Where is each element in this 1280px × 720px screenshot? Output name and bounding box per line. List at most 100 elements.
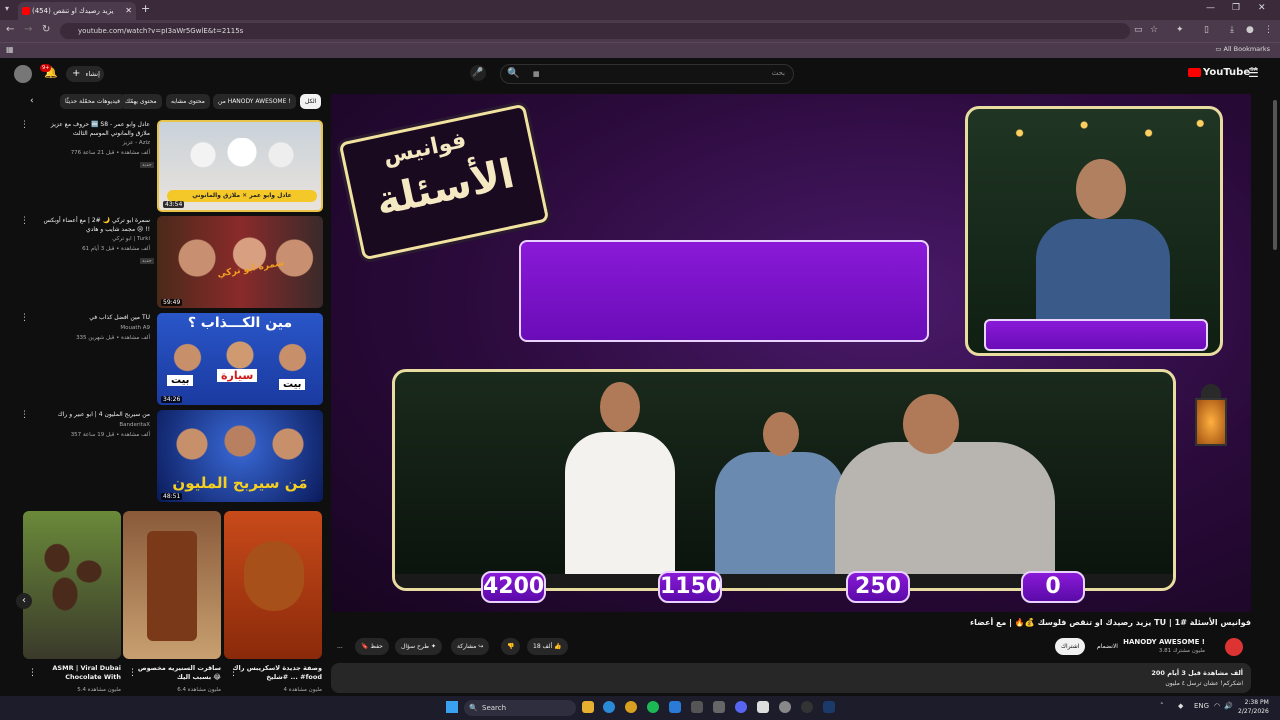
- create-button[interactable]: + إنشاء: [66, 66, 104, 82]
- short-more-icon[interactable]: ⋮: [28, 668, 37, 678]
- recommendation-item[interactable]: ⋮ من سيربح المليون 4 | ابو عبير و راك Ba…: [20, 410, 325, 504]
- maximize-icon[interactable]: ❐: [1232, 3, 1240, 13]
- app-icon-3[interactable]: [757, 701, 769, 713]
- video-description[interactable]: 200 ألف مشاهدة قبل 3 أيام اشكركم! عشان ت…: [331, 663, 1251, 693]
- discord-icon[interactable]: [735, 701, 747, 713]
- rec-meta: 776 ألف مشاهدة • قبل 21 ساعة: [70, 150, 150, 156]
- more-options-icon[interactable]: ⋮: [20, 410, 29, 420]
- short-more-icon[interactable]: ⋮: [229, 668, 238, 678]
- channel-name[interactable]: HANODY AWESOME !: [1123, 638, 1205, 646]
- search-box[interactable]: 🔍 ▦ بحث: [500, 64, 794, 84]
- forward-icon[interactable]: →: [24, 24, 32, 35]
- file-explorer-icon[interactable]: [582, 701, 594, 713]
- video-player[interactable]: فوانيس الأسئلة 4200 1150 250 0: [331, 94, 1251, 612]
- all-bookmarks-link[interactable]: ▭ All Bookmarks: [1215, 45, 1270, 53]
- language-indicator[interactable]: ENG: [1194, 702, 1209, 710]
- chip-for-you[interactable]: محتوى يهمّك: [120, 94, 162, 109]
- dislike-button[interactable]: 👎: [501, 638, 521, 655]
- more-options-icon[interactable]: ⋮: [20, 313, 29, 323]
- more-options-icon[interactable]: ⋮: [20, 216, 29, 226]
- windows-start-icon[interactable]: [446, 701, 458, 713]
- new-tab-button[interactable]: +: [141, 2, 150, 15]
- browser-menu-icon[interactable]: ⋮: [1264, 25, 1273, 35]
- account-avatar[interactable]: [14, 65, 32, 83]
- rec-thumbnail[interactable]: مَن سيربح المليون 48:51: [157, 410, 323, 502]
- recommendation-item[interactable]: ⋮ مين افضل كذاب في TU Mouath A9 335 ألف …: [20, 313, 325, 407]
- subscribe-button[interactable]: اشتراك: [1055, 638, 1086, 655]
- apps-icon[interactable]: ▦: [6, 45, 14, 54]
- browser-tab[interactable]: (454) يزيد رصيدك او تنقص ✕: [18, 2, 136, 20]
- rec-thumbnail[interactable]: عادل وابو عمر ✕ ملازق والمانوني 43:54: [157, 120, 323, 212]
- volume-icon[interactable]: 🔊: [1224, 702, 1233, 710]
- search-input-placeholder: بحث: [771, 69, 785, 77]
- tray-app-icon[interactable]: ◆: [1178, 702, 1183, 710]
- reload-icon[interactable]: ↻: [42, 24, 50, 35]
- bookmarks-bar: ▦ ▭ All Bookmarks: [0, 42, 1280, 58]
- bookmark-star-icon[interactable]: ☆: [1150, 25, 1158, 35]
- chip-recent[interactable]: فيديوهات محمّلة حديثًا: [60, 94, 125, 109]
- minimize-icon[interactable]: —: [1206, 3, 1215, 13]
- back-icon[interactable]: ←: [6, 24, 14, 35]
- voice-search-mic-icon[interactable]: 🎤: [470, 65, 486, 81]
- like-button[interactable]: 18 ألف 👍: [527, 638, 568, 655]
- join-button[interactable]: الانضمام: [1091, 638, 1124, 655]
- short-thumbnail[interactable]: [23, 511, 121, 659]
- url-field[interactable]: youtube.com/watch?v=pI3aWr5GwlE&t=2115s: [60, 23, 1130, 39]
- recommendation-item[interactable]: ⋮ حروف مع عزيز 🔤 S8 عادل وابو عمر - ملاز…: [20, 120, 325, 214]
- guide-menu-icon[interactable]: ☰: [1248, 66, 1259, 80]
- wifi-icon[interactable]: ◠: [1214, 702, 1220, 710]
- search-icon[interactable]: 🔍: [507, 68, 519, 79]
- keyboard-icon[interactable]: ▦: [533, 70, 540, 78]
- profile-icon[interactable]: ●: [1246, 25, 1254, 35]
- edge-icon[interactable]: [603, 701, 615, 713]
- ask-button[interactable]: طرح سؤال ✦: [395, 638, 442, 655]
- short-title[interactable]: ASMR | Viral Dubai Chocolate With: [31, 664, 121, 682]
- chip-all[interactable]: الكل: [300, 94, 322, 109]
- contestants-stage: [392, 369, 1176, 591]
- channel-avatar[interactable]: [1225, 638, 1243, 656]
- app-icon[interactable]: [669, 701, 681, 713]
- short-thumbnail[interactable]: [123, 511, 221, 659]
- page-scrollbar[interactable]: [1272, 94, 1278, 694]
- steam-icon[interactable]: [823, 701, 835, 713]
- tab-close-icon[interactable]: ✕: [125, 2, 132, 20]
- chip-related[interactable]: محتوى مشابه: [166, 94, 210, 109]
- recommendation-item[interactable]: ⋮ سمرة ابو تركي 🌙 #2 | مع أعضاء أوبكس مج…: [20, 216, 325, 310]
- shorts-prev-arrow-icon[interactable]: ‹: [16, 593, 32, 609]
- short-views: 5.4 مليون مشاهدة: [77, 687, 121, 693]
- more-actions-button[interactable]: ...: [331, 638, 349, 655]
- browser-tab-bar: ▾ (454) يزيد رصيدك او تنقص ✕ + — ❐ ✕: [0, 0, 1280, 20]
- rec-thumbnail[interactable]: سمرة ابو تركي 59:49: [157, 216, 323, 308]
- short-title[interactable]: وصفة جديدة لاسكريبس راك ... #شليخ #food: [232, 664, 322, 682]
- save-button[interactable]: 🔖 حفظ: [355, 638, 389, 655]
- more-options-icon[interactable]: ⋮: [20, 120, 29, 130]
- tab-search-icon[interactable]: ▾: [5, 4, 9, 13]
- filter-chips: ‹ فيديوهات محمّلة حديثًا محتوى يهمّك محت…: [30, 94, 325, 110]
- settings-icon[interactable]: [713, 701, 725, 713]
- new-badge: جديد: [140, 162, 154, 168]
- tray-chevron-icon[interactable]: ˄: [1160, 702, 1164, 710]
- score-1: 4200: [481, 571, 546, 603]
- scrollbar-thumb[interactable]: [1273, 100, 1277, 250]
- share-button[interactable]: مشاركة ↪: [451, 638, 490, 655]
- sidebar-icon[interactable]: ▯: [1204, 25, 1209, 35]
- share-label: مشاركة: [457, 643, 477, 650]
- rec-thumbnail[interactable]: مين الكـــذاب ؟ بيت سيارة بيت 34:26: [157, 313, 323, 405]
- app-icon-4[interactable]: [779, 701, 791, 713]
- chrome-icon[interactable]: [625, 701, 637, 713]
- app-icon-5[interactable]: [801, 701, 813, 713]
- taskbar-search[interactable]: 🔍 Search: [464, 700, 576, 716]
- close-window-icon[interactable]: ✕: [1258, 3, 1266, 13]
- short-title[interactable]: ساقرت السنيريه مخصوص بسبب اليك 😂: [131, 664, 221, 682]
- spotify-icon[interactable]: [647, 701, 659, 713]
- cast-icon[interactable]: ▭: [1134, 25, 1143, 35]
- downloads-icon[interactable]: ⤓: [1230, 25, 1234, 35]
- system-clock[interactable]: 2:38 PM 2/27/2026: [1238, 698, 1269, 716]
- clock-time: 2:38 PM: [1244, 699, 1269, 706]
- app-icon-2[interactable]: [691, 701, 703, 713]
- chip-from-channel[interactable]: من HANODY AWESOME !: [213, 94, 296, 109]
- short-more-icon[interactable]: ⋮: [128, 668, 137, 678]
- chips-prev-arrow-icon[interactable]: ‹: [30, 96, 34, 106]
- short-thumbnail[interactable]: [224, 511, 322, 659]
- extensions-icon[interactable]: ✦: [1176, 25, 1184, 35]
